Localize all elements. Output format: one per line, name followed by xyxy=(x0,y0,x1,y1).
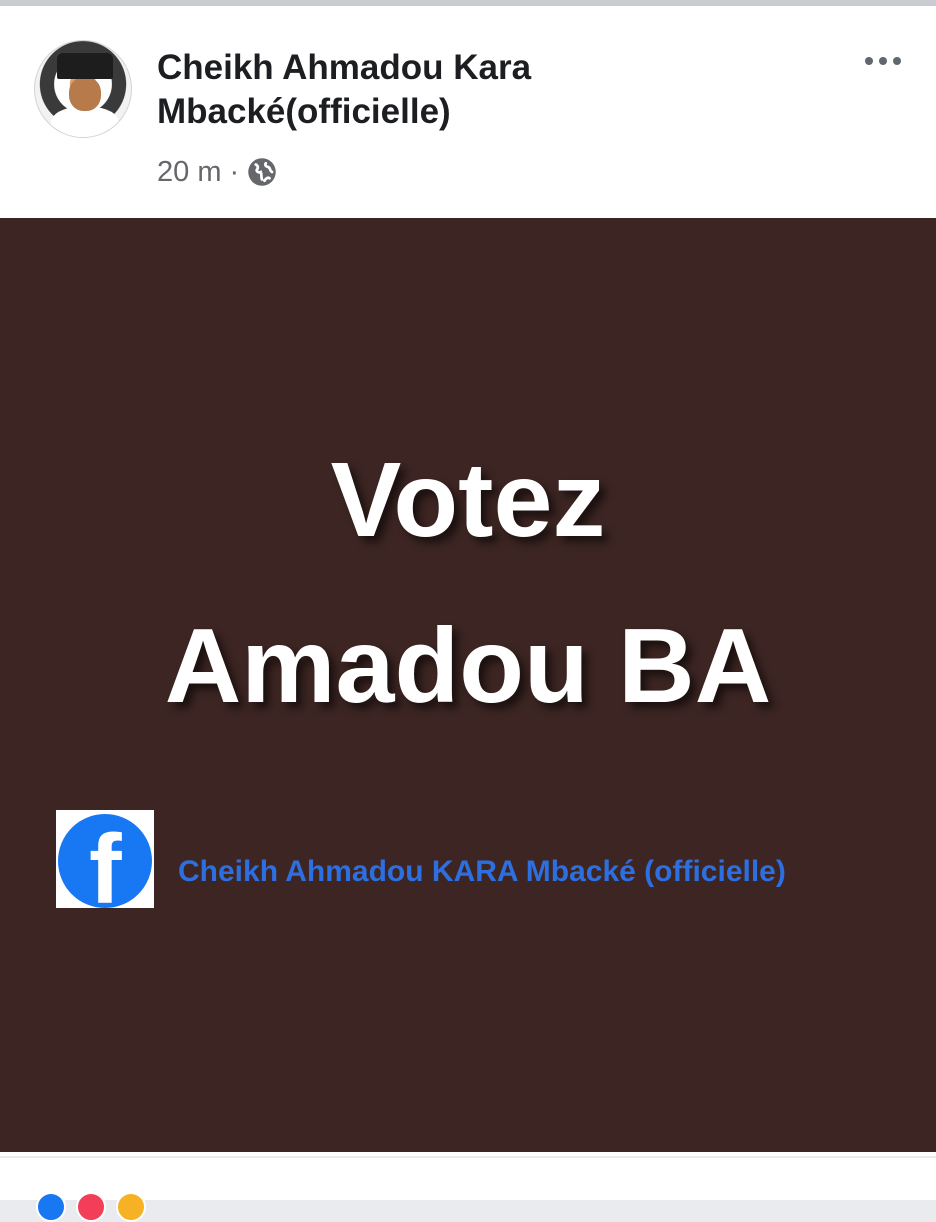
love-icon[interactable] xyxy=(76,1192,106,1222)
headline-line-2: Amadou BA xyxy=(164,607,772,725)
post-card: Cheikh Ahmadou Kara Mbacké(officielle) 2… xyxy=(0,6,936,1156)
avatar-face xyxy=(69,77,101,111)
facebook-logo-circle: f xyxy=(58,814,152,908)
facebook-logo-letter: f xyxy=(89,814,122,908)
more-options-button[interactable] xyxy=(858,46,908,76)
headline-line-1: Votez xyxy=(330,441,606,559)
author-name[interactable]: Cheikh Ahmadou Kara Mbacké(officielle) xyxy=(157,46,717,134)
post-header: Cheikh Ahmadou Kara Mbacké(officielle) 2… xyxy=(0,6,936,218)
avatar-robe xyxy=(51,107,119,137)
reactions-strip xyxy=(0,1158,936,1222)
facebook-page-name: Cheikh Ahmadou KARA Mbacké (officielle) xyxy=(178,855,786,888)
more-options-icon xyxy=(865,57,873,65)
meta-separator: · xyxy=(229,155,240,188)
more-options-icon xyxy=(879,57,887,65)
facebook-icon: f xyxy=(56,810,154,908)
post-time[interactable]: 20 m xyxy=(157,156,221,189)
author-avatar[interactable] xyxy=(34,40,132,138)
globe-icon[interactable] xyxy=(247,157,277,187)
like-icon[interactable] xyxy=(36,1192,66,1222)
post-image[interactable]: Votez Amadou BA f Cheikh Ahmadou KARA Mb… xyxy=(0,218,936,1152)
more-options-icon xyxy=(893,57,901,65)
post-meta: 20 m · xyxy=(157,152,277,192)
haha-icon[interactable] xyxy=(116,1192,146,1222)
avatar-cap xyxy=(57,53,113,79)
